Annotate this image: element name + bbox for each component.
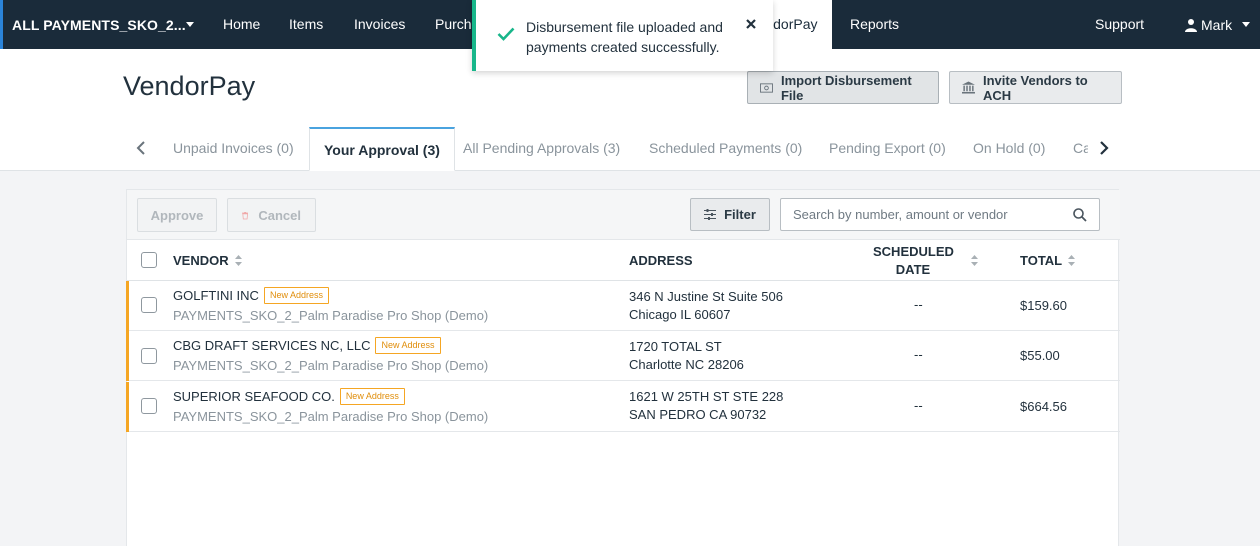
org-name: ALL PAYMENTS_SKO_2... bbox=[12, 16, 186, 33]
table-toolbar: Approve Cancel Filter bbox=[127, 190, 1120, 240]
invite-vendors-button[interactable]: Invite Vendors to ACH bbox=[949, 71, 1122, 104]
tab-cancelled-partial[interactable]: Ca bbox=[1073, 127, 1088, 171]
tab-unpaid-invoices[interactable]: Unpaid Invoices (0) bbox=[173, 127, 294, 171]
new-address-badge: New Address bbox=[263, 287, 329, 304]
search-icon[interactable] bbox=[1073, 208, 1087, 222]
search-input[interactable] bbox=[781, 199, 1061, 230]
address-line1: 1720 TOTAL ST bbox=[629, 339, 722, 354]
vendor-address: 346 N Justine St Suite 506 Chicago IL 60… bbox=[629, 288, 783, 324]
chevron-left-icon[interactable] bbox=[136, 141, 146, 155]
select-all-checkbox[interactable] bbox=[141, 252, 157, 268]
total-amount: $664.56 bbox=[1020, 399, 1067, 414]
tab-your-approval[interactable]: Your Approval (3) bbox=[309, 127, 455, 171]
vendor-address: 1621 W 25TH ST STE 228 SAN PEDRO CA 9073… bbox=[629, 388, 783, 424]
toast-message: Disbursement file uploaded and payments … bbox=[526, 17, 723, 57]
chevron-down-icon bbox=[186, 22, 194, 27]
table-header: VENDOR ADDRESS SCHEDULED DATE TOTAL bbox=[127, 240, 1120, 281]
total-amount: $55.00 bbox=[1020, 348, 1060, 363]
address-line1: 1621 W 25TH ST STE 228 bbox=[629, 389, 784, 404]
row-accent bbox=[126, 281, 129, 331]
user-name: Mark bbox=[1201, 16, 1233, 33]
toast-message-line2: payments created successfully. bbox=[526, 39, 720, 55]
nav-items[interactable]: Items bbox=[289, 0, 323, 49]
sort-icon bbox=[1068, 255, 1076, 266]
chevron-right-icon[interactable] bbox=[1099, 141, 1109, 155]
tab-bar: Unpaid Invoices (0) Your Approval (3) Al… bbox=[0, 127, 1260, 171]
import-disbursement-label: Import Disbursement File bbox=[780, 72, 912, 103]
tab-overflow: Ca bbox=[1073, 127, 1088, 171]
vendor-name-text: CBG DRAFT SERVICES NC, LLC bbox=[173, 338, 371, 353]
address-line2: Chicago IL 60607 bbox=[629, 307, 731, 322]
column-scheduled-label-1: SCHEDULED bbox=[873, 244, 954, 259]
row-checkbox[interactable] bbox=[141, 348, 157, 364]
row-checkbox[interactable] bbox=[141, 398, 157, 414]
column-vendor-label: VENDOR bbox=[173, 253, 229, 268]
tab-all-pending-approvals[interactable]: All Pending Approvals (3) bbox=[463, 127, 620, 171]
approve-label: Approve bbox=[150, 207, 204, 223]
address-line1: 346 N Justine St Suite 506 bbox=[629, 289, 783, 304]
vendor-location: PAYMENTS_SKO_2_Palm Paradise Pro Shop (D… bbox=[173, 409, 489, 424]
approval-card: Approve Cancel Filter Search by number, … bbox=[126, 189, 1120, 546]
column-scheduled-date[interactable]: SCHEDULED DATE bbox=[873, 243, 954, 279]
address-line2: SAN PEDRO CA 90732 bbox=[629, 407, 767, 422]
money-icon bbox=[760, 82, 773, 93]
column-total[interactable]: TOTAL bbox=[1020, 253, 1076, 268]
nav-invoices[interactable]: Invoices bbox=[354, 0, 405, 49]
bank-icon bbox=[962, 81, 975, 94]
close-icon[interactable] bbox=[746, 19, 756, 29]
column-total-label: TOTAL bbox=[1020, 253, 1063, 268]
filter-button[interactable]: Filter bbox=[690, 198, 770, 231]
row-checkbox[interactable] bbox=[141, 297, 157, 313]
tab-scheduled-payments[interactable]: Scheduled Payments (0) bbox=[649, 127, 802, 171]
total-amount: $159.60 bbox=[1020, 298, 1067, 313]
trash-icon bbox=[242, 211, 249, 219]
search-box bbox=[780, 198, 1100, 231]
row-accent bbox=[126, 382, 129, 432]
cancel-button[interactable]: Cancel bbox=[227, 198, 316, 232]
table-row[interactable]: CBG DRAFT SERVICES NC, LLC New Address P… bbox=[126, 331, 1120, 381]
user-icon bbox=[1185, 18, 1197, 32]
table-row[interactable]: GOLFTINI INC New Address PAYMENTS_SKO_2_… bbox=[126, 281, 1120, 331]
chevron-down-icon bbox=[1242, 22, 1251, 27]
tab-on-hold[interactable]: On Hold (0) bbox=[973, 127, 1045, 171]
user-menu[interactable]: Mark bbox=[1185, 0, 1251, 49]
vendor-name: GOLFTINI INC New Address bbox=[173, 287, 329, 304]
tab-pending-export[interactable]: Pending Export (0) bbox=[829, 127, 946, 171]
scheduled-date: -- bbox=[914, 347, 923, 362]
column-address-label: ADDRESS bbox=[629, 253, 693, 268]
sort-icon[interactable] bbox=[971, 255, 978, 266]
scheduled-date: -- bbox=[914, 297, 923, 312]
vendor-name-text: GOLFTINI INC bbox=[173, 288, 259, 303]
page-title: VendorPay bbox=[123, 71, 256, 101]
vendor-name: SUPERIOR SEAFOOD CO. New Address bbox=[173, 388, 405, 405]
sliders-icon bbox=[704, 209, 717, 220]
vendor-location: PAYMENTS_SKO_2_Palm Paradise Pro Shop (D… bbox=[173, 358, 489, 373]
org-switcher[interactable]: ALL PAYMENTS_SKO_2... bbox=[0, 0, 209, 49]
nav-reports[interactable]: Reports bbox=[850, 0, 899, 49]
scheduled-date: -- bbox=[914, 398, 923, 413]
success-toast: Disbursement file uploaded and payments … bbox=[472, 0, 773, 71]
table-row[interactable]: SUPERIOR SEAFOOD CO. New Address PAYMENT… bbox=[126, 382, 1120, 432]
filter-label: Filter bbox=[724, 207, 756, 222]
column-vendor[interactable]: VENDOR bbox=[173, 253, 242, 268]
toast-message-line1: Disbursement file uploaded and bbox=[526, 19, 723, 35]
approve-button[interactable]: Approve bbox=[137, 198, 217, 232]
nav-support[interactable]: Support bbox=[1095, 0, 1144, 49]
new-address-badge: New Address bbox=[339, 388, 405, 405]
vendor-address: 1720 TOTAL ST Charlotte NC 28206 bbox=[629, 338, 744, 374]
column-address: ADDRESS bbox=[629, 253, 693, 268]
vendor-name-text: SUPERIOR SEAFOOD CO. bbox=[173, 389, 335, 404]
cancel-label: Cancel bbox=[258, 207, 301, 223]
invite-vendors-label: Invite Vendors to ACH bbox=[982, 72, 1088, 103]
row-accent bbox=[126, 331, 129, 381]
column-scheduled-label-2: DATE bbox=[895, 262, 931, 277]
sort-icon bbox=[234, 255, 242, 266]
import-disbursement-button[interactable]: Import Disbursement File bbox=[747, 71, 939, 104]
vendor-location: PAYMENTS_SKO_2_Palm Paradise Pro Shop (D… bbox=[173, 308, 489, 323]
checkmark-icon bbox=[497, 27, 515, 41]
nav-home[interactable]: Home bbox=[223, 0, 260, 49]
new-address-badge: New Address bbox=[375, 337, 441, 354]
vendor-name: CBG DRAFT SERVICES NC, LLC New Address bbox=[173, 337, 441, 354]
address-line2: Charlotte NC 28206 bbox=[629, 357, 744, 372]
